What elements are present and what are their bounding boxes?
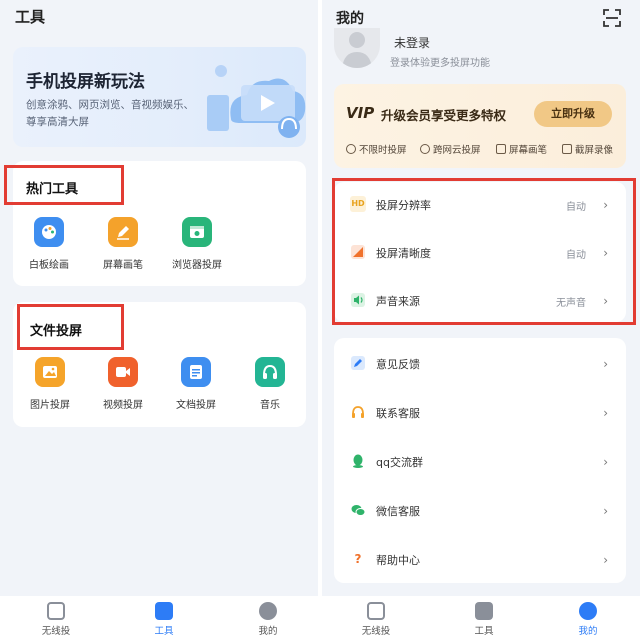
menu-label: 帮助中心 (376, 554, 420, 567)
tab-wireless[interactable]: 无线投 (26, 602, 86, 637)
tab-profile[interactable]: 我的 (558, 602, 618, 637)
vip-feature-label: 截屏录像 (575, 145, 614, 156)
profile-icon (579, 602, 597, 620)
bottom-tab-bar: 无线投 工具 我的 (0, 596, 318, 640)
tools-screen: 工具 手机投屏新玩法 创意涂鸦、网页浏览、音视频娱乐、尊享高清大屏 热门工具 白… (0, 0, 318, 640)
page-title: 我的 (336, 11, 364, 27)
tool-label: 浏览器投屏 (172, 260, 222, 271)
tool-label: 文档投屏 (176, 400, 216, 411)
menu-label: 微信客服 (376, 505, 420, 518)
avatar[interactable] (334, 28, 380, 68)
vip-feature: 截屏录像 (562, 142, 613, 156)
document-icon (181, 357, 211, 387)
tool-document-cast[interactable]: 文档投屏 (163, 357, 229, 411)
tool-screen-pen[interactable]: 屏幕画笔 (90, 217, 156, 271)
video-icon (108, 357, 138, 387)
camera-icon (562, 144, 572, 154)
tool-video-cast[interactable]: 视频投屏 (90, 357, 156, 411)
image-icon (35, 357, 65, 387)
pen-icon (108, 217, 138, 247)
vip-feature: 跨网云投屏 (420, 142, 481, 156)
vip-feature-label: 屏幕画笔 (509, 145, 548, 156)
vip-feature-label: 跨网云投屏 (433, 145, 481, 156)
menu-row-customer-service[interactable]: 联系客服 › (334, 392, 626, 432)
banner-subtitle: 创意涂鸦、网页浏览、音视频娱乐、尊享高清大屏 (26, 99, 194, 128)
vip-feature: 不限时投屏 (346, 142, 407, 156)
menu-label: 联系客服 (376, 407, 420, 420)
user-name[interactable]: 未登录 (394, 34, 430, 51)
clock-icon (346, 144, 356, 154)
scan-icon[interactable] (602, 8, 622, 28)
tab-label: 工具 (154, 626, 174, 637)
feedback-icon (351, 356, 365, 370)
tool-label: 视频投屏 (103, 400, 143, 411)
vip-feature-label: 不限时投屏 (359, 145, 407, 156)
vip-feature: 屏幕画笔 (496, 142, 547, 156)
tool-label: 屏幕画笔 (103, 260, 143, 271)
login-hint: 登录体验更多投屏功能 (390, 58, 490, 69)
tab-tools[interactable]: 工具 (454, 602, 514, 637)
tool-browser-cast[interactable]: 浏览器投屏 (164, 217, 230, 271)
chevron-right-icon: › (603, 406, 608, 420)
tool-label: 音乐 (260, 400, 280, 411)
pen-icon (496, 144, 506, 154)
palette-icon (34, 217, 64, 247)
vip-logo: VIP (346, 104, 375, 122)
tab-label: 无线投 (41, 626, 71, 637)
headphones-icon (255, 357, 285, 387)
vip-banner[interactable]: VIP 升级会员享受更多特权 立即升级 不限时投屏 跨网云投屏 屏幕画笔 截屏录… (334, 84, 626, 168)
tool-whiteboard[interactable]: 白板绘画 (16, 217, 82, 271)
cloud-cast-illustration-icon (207, 65, 306, 138)
hot-tools-title: 热门工具 (26, 182, 79, 197)
tab-label: 我的 (258, 626, 278, 637)
browser-icon (182, 217, 212, 247)
cast-settings-highlight (332, 178, 636, 325)
chevron-right-icon: › (603, 553, 608, 567)
tab-label: 我的 (578, 626, 598, 637)
upgrade-button[interactable]: 立即升级 (534, 101, 612, 127)
chevron-right-icon: › (603, 504, 608, 518)
tool-music[interactable]: 音乐 (237, 357, 303, 411)
tab-label: 工具 (474, 626, 494, 637)
menu-label: qq交流群 (376, 456, 423, 469)
tool-image-cast[interactable]: 图片投屏 (17, 357, 83, 411)
tab-tools[interactable]: 工具 (134, 602, 194, 637)
help-icon: ? (354, 552, 362, 566)
tool-label: 图片投屏 (30, 400, 70, 411)
wechat-icon (351, 505, 366, 516)
toolbox-icon (155, 602, 173, 620)
tab-profile[interactable]: 我的 (238, 602, 298, 637)
bottom-tab-bar: 无线投 工具 我的 (322, 596, 640, 640)
cloud-icon (420, 144, 430, 154)
chevron-right-icon: › (603, 357, 608, 371)
toolbox-icon (475, 602, 493, 620)
tab-label: 无线投 (361, 626, 391, 637)
file-cast-title: 文件投屏 (30, 324, 83, 339)
tab-wireless[interactable]: 无线投 (346, 602, 406, 637)
tool-label: 白板绘画 (29, 260, 69, 271)
profile-screen: 我的 未登录 登录体验更多投屏功能 VIP 升级会员享受更多特权 立即升级 不限… (322, 0, 640, 640)
menu-row-qq-group[interactable]: qq交流群 › (334, 441, 626, 481)
menu-row-feedback[interactable]: 意见反馈 › (334, 343, 626, 383)
banner-title: 手机投屏新玩法 (26, 72, 145, 92)
promo-banner[interactable]: 手机投屏新玩法 创意涂鸦、网页浏览、音视频娱乐、尊享高清大屏 (13, 47, 306, 147)
menu-row-wechat-service[interactable]: 微信客服 › (334, 490, 626, 530)
menu-label: 意见反馈 (376, 358, 420, 371)
wireless-icon (47, 602, 65, 620)
support-menu-card: 意见反馈 › 联系客服 › qq交流群 › 微信客服 › ? 帮助中心 › (334, 338, 626, 583)
qq-icon (353, 454, 363, 468)
vip-promo-text: 升级会员享受更多特权 (381, 108, 507, 123)
wireless-icon (367, 602, 385, 620)
headset-icon (352, 406, 364, 418)
page-title: 工具 (15, 8, 46, 26)
menu-row-help-center[interactable]: ? 帮助中心 › (334, 539, 626, 579)
profile-icon (259, 602, 277, 620)
chevron-right-icon: › (603, 455, 608, 469)
